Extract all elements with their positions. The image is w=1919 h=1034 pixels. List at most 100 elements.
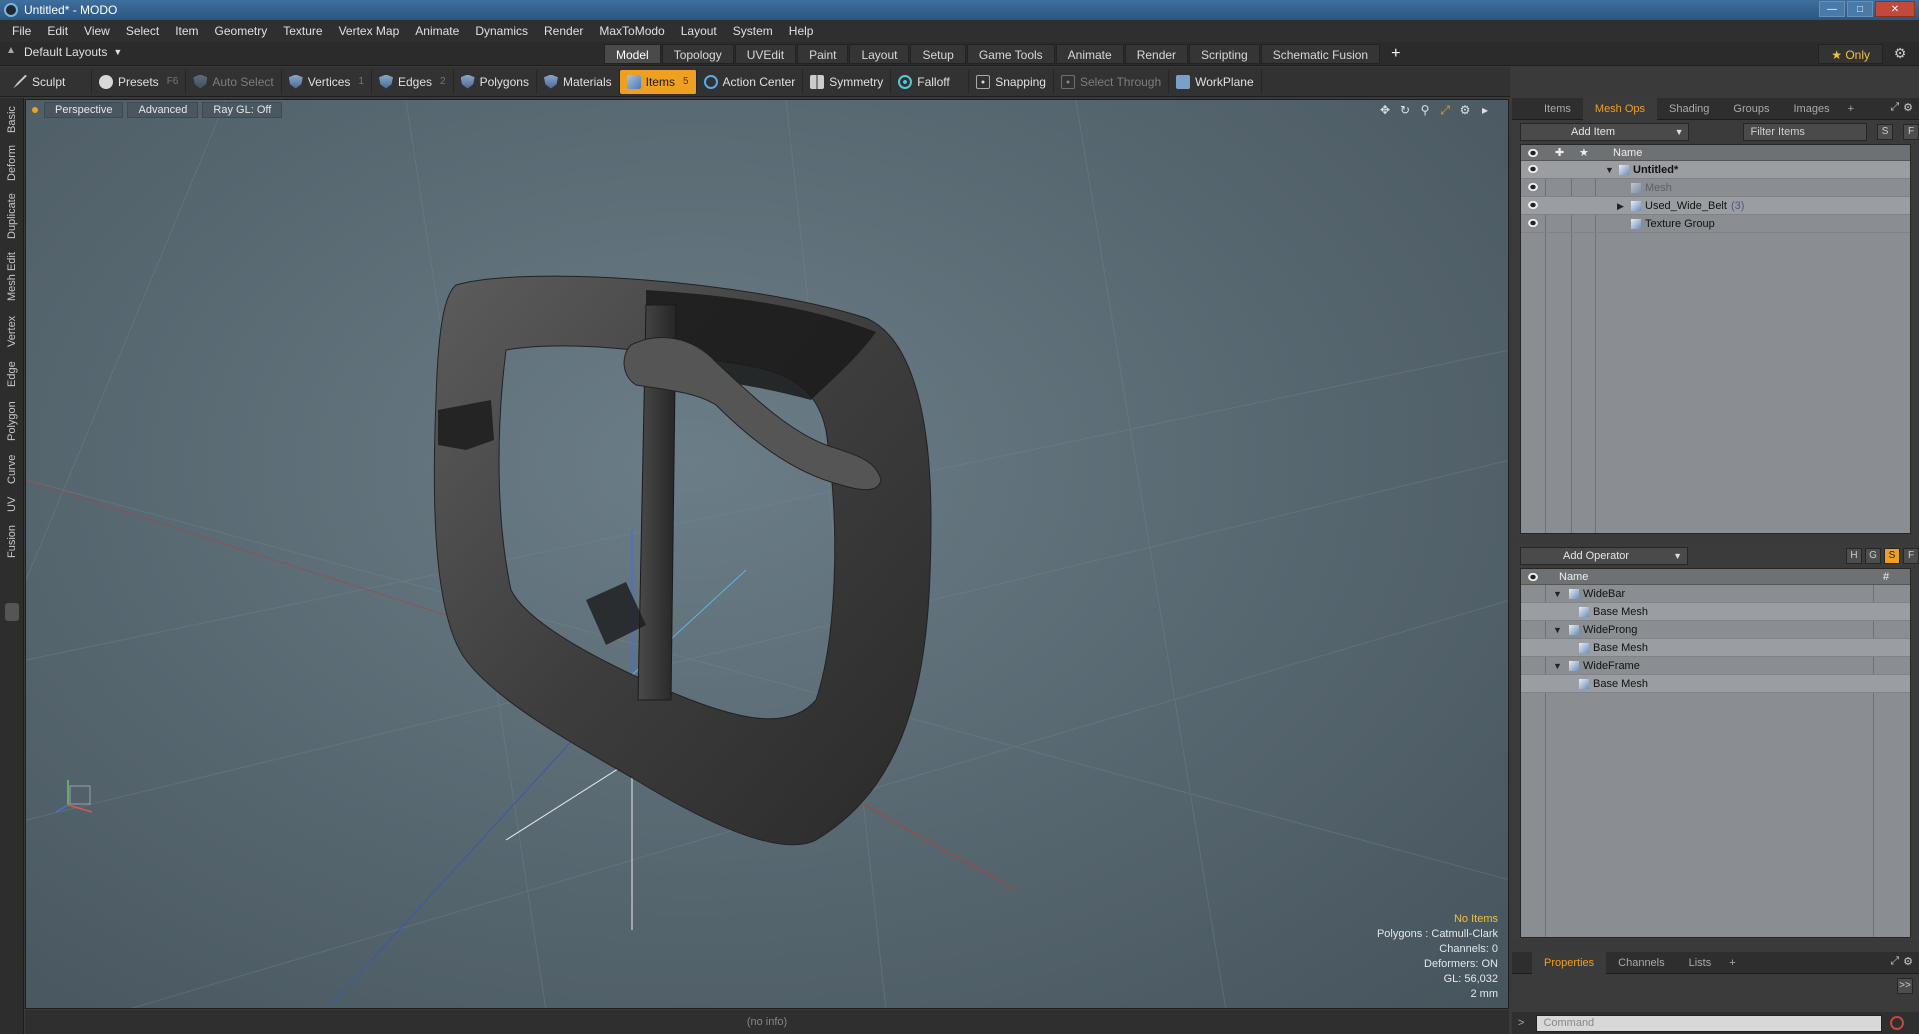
tree-row-mesh[interactable]: Mesh <box>1521 179 1910 197</box>
tab-images[interactable]: Images <box>1782 98 1842 120</box>
vtab-deform[interactable]: Deform <box>0 142 24 184</box>
rotate-icon[interactable]: ↻ <box>1398 103 1412 117</box>
tab-uvedit[interactable]: UVEdit <box>734 44 797 64</box>
expand-panel-icon[interactable]: ⤢ <box>1890 955 1899 968</box>
collapse-triangle-icon[interactable]: ▶ <box>1617 197 1624 215</box>
f-toggle-button[interactable]: F <box>1903 124 1919 140</box>
menu-animate[interactable]: Animate <box>407 20 467 42</box>
menu-select[interactable]: Select <box>118 20 167 42</box>
action-center-button[interactable]: Action Center <box>697 69 804 94</box>
tab-lists[interactable]: Lists <box>1677 952 1724 974</box>
expand-triangle-icon[interactable]: ▼ <box>1553 657 1562 675</box>
menu-geometry[interactable]: Geometry <box>207 20 276 42</box>
tab-groups[interactable]: Groups <box>1721 98 1781 120</box>
vtab-basic[interactable]: Basic <box>0 102 24 138</box>
tab-shading[interactable]: Shading <box>1657 98 1721 120</box>
expand-triangle-icon[interactable]: ▼ <box>1553 585 1562 603</box>
h-toggle-button[interactable]: H <box>1846 548 1862 564</box>
viewport-settings-icon[interactable]: ⚙ <box>1458 103 1472 117</box>
menu-file[interactable]: File <box>4 20 39 42</box>
expand-triangle-icon[interactable]: ▼ <box>1553 621 1562 639</box>
items-button[interactable]: Items 5 <box>619 69 697 94</box>
close-button[interactable]: ✕ <box>1875 1 1915 17</box>
tab-model[interactable]: Model <box>604 44 661 64</box>
tab-mesh-ops[interactable]: Mesh Ops <box>1582 97 1658 120</box>
raygl-button[interactable]: Ray GL: Off <box>202 102 283 118</box>
menu-system[interactable]: System <box>725 20 781 42</box>
vtab-vertex[interactable]: Vertex <box>0 310 24 352</box>
add-item-dropdown[interactable]: Add Item ▼ <box>1520 123 1690 141</box>
snapping-button[interactable]: Snapping <box>969 69 1054 94</box>
select-through-button[interactable]: Select Through <box>1054 69 1170 94</box>
auto-select-button[interactable]: Auto Select <box>186 69 282 94</box>
menu-edit[interactable]: Edit <box>39 20 76 42</box>
shading-mode-button[interactable]: Advanced <box>127 102 199 118</box>
name-column-header[interactable]: Name <box>1613 145 1642 161</box>
command-input[interactable]: Command <box>1536 1014 1883 1032</box>
op-row-base-mesh[interactable]: Base Mesh <box>1521 603 1910 621</box>
only-button[interactable]: ★ Only <box>1818 44 1883 64</box>
falloff-button[interactable]: Falloff <box>891 69 970 94</box>
add-panel-tab-button[interactable]: + <box>1842 103 1860 115</box>
menu-item[interactable]: Item <box>167 20 206 42</box>
zoom-icon[interactable]: ⚲ <box>1418 103 1432 117</box>
minimize-button[interactable]: — <box>1819 1 1845 17</box>
edges-button[interactable]: Edges 2 <box>372 69 454 94</box>
add-tab-button[interactable]: + <box>1381 44 1410 64</box>
toggle-panel-button[interactable] <box>5 603 19 621</box>
s-toggle-button[interactable]: S <box>1884 548 1900 564</box>
panel-gear-icon[interactable]: ⚙ <box>1903 101 1913 114</box>
tree-row-untitled[interactable]: ▼ Untitled* <box>1521 161 1910 179</box>
tree-row-used-wide-belt[interactable]: ▶ Used_Wide_Belt (3) <box>1521 197 1910 215</box>
menu-dynamics[interactable]: Dynamics <box>467 20 536 42</box>
vtab-polygon[interactable]: Polygon <box>0 396 24 446</box>
op-row-base-mesh[interactable]: Base Mesh <box>1521 639 1910 657</box>
op-row-wideframe[interactable]: ▼ WideFrame <box>1521 657 1910 675</box>
menu-maxtomodo[interactable]: MaxToModo <box>591 20 672 42</box>
expand-panel-icon[interactable]: ⤢ <box>1890 101 1899 114</box>
layout-selector[interactable]: ▲ Default Layouts ▼ <box>4 45 122 59</box>
maximize-viewport-icon[interactable]: ⤢ <box>1438 103 1452 117</box>
collapse-up-icon[interactable]: ▲ <box>4 45 18 59</box>
tab-properties[interactable]: Properties <box>1532 951 1607 974</box>
pan-icon[interactable]: ✥ <box>1378 103 1392 117</box>
view-type-button[interactable]: Perspective <box>44 102 124 118</box>
polygons-button[interactable]: Polygons <box>454 69 537 94</box>
3d-viewport[interactable]: Perspective Advanced Ray GL: Off ✥ ↻ ⚲ ⤢… <box>25 99 1509 1009</box>
filter-items-input[interactable]: Filter Items <box>1743 123 1868 141</box>
gear-icon[interactable]: ⚙ <box>1891 45 1909 63</box>
expand-triangle-icon[interactable]: ▼ <box>1605 161 1614 179</box>
vtab-duplicate[interactable]: Duplicate <box>0 188 24 244</box>
tab-channels[interactable]: Channels <box>1606 952 1676 974</box>
tab-scripting[interactable]: Scripting <box>1189 44 1260 64</box>
tree-row-texture-group[interactable]: Texture Group <box>1521 215 1910 233</box>
menu-vertex-map[interactable]: Vertex Map <box>331 20 408 42</box>
menu-help[interactable]: Help <box>781 20 822 42</box>
materials-button[interactable]: Materials <box>537 69 620 94</box>
tab-topology[interactable]: Topology <box>661 44 734 64</box>
op-row-base-mesh[interactable]: Base Mesh <box>1521 675 1910 693</box>
tab-animate[interactable]: Animate <box>1055 44 1124 64</box>
vertices-button[interactable]: Vertices 1 <box>282 69 372 94</box>
presets-button[interactable]: Presets F6 <box>92 69 187 94</box>
expand-properties-button[interactable]: >> <box>1897 978 1913 994</box>
menu-render[interactable]: Render <box>536 20 591 42</box>
op-row-widebar[interactable]: ▼ WideBar <box>1521 585 1910 603</box>
eye-icon[interactable] <box>1527 200 1539 210</box>
add-panel-tab-button[interactable]: + <box>1723 957 1741 969</box>
menu-texture[interactable]: Texture <box>275 20 330 42</box>
tab-items[interactable]: Items <box>1532 98 1583 120</box>
eye-icon[interactable] <box>1527 218 1539 228</box>
workplane-button[interactable]: WorkPlane <box>1169 69 1262 94</box>
add-operator-dropdown[interactable]: Add Operator ▼ <box>1520 547 1688 565</box>
menu-view[interactable]: View <box>76 20 118 42</box>
vtab-curve[interactable]: Curve <box>0 450 24 488</box>
g-toggle-button[interactable]: G <box>1865 548 1881 564</box>
tab-paint[interactable]: Paint <box>797 44 849 64</box>
tab-setup[interactable]: Setup <box>910 44 966 64</box>
tab-layout[interactable]: Layout <box>849 44 910 64</box>
tab-game-tools[interactable]: Game Tools <box>966 44 1055 64</box>
viewport-more-icon[interactable]: ▸ <box>1478 103 1492 117</box>
sculpt-button[interactable]: Sculpt <box>6 69 92 94</box>
maximize-button[interactable]: □ <box>1847 1 1873 17</box>
